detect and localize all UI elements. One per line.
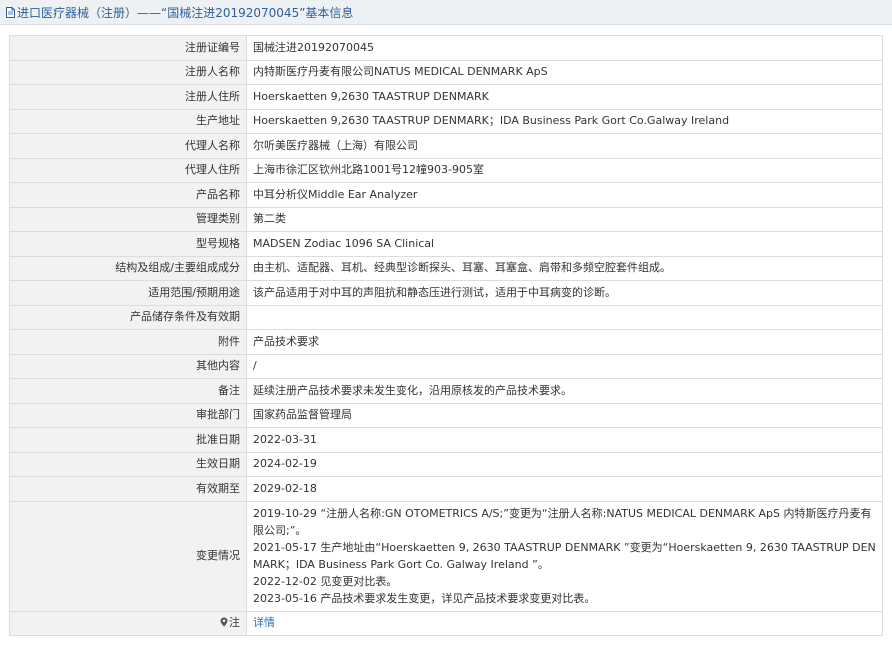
table-row: 附件 产品技术要求 — [9, 329, 883, 355]
location-pin-icon — [220, 617, 228, 627]
page-header: 进口医疗器械（注册）——“国械注进20192070045”基本信息 — [0, 0, 892, 25]
field-label: 附件 — [9, 329, 247, 355]
field-value: 2024-02-19 — [246, 451, 883, 477]
field-label: 其他内容 — [9, 353, 247, 379]
field-value: 国械注进20192070045 — [246, 35, 883, 61]
field-label: 注册人名称 — [9, 59, 247, 85]
table-row: 有效期至 2029-02-18 — [9, 476, 883, 502]
field-value: 第二类 — [246, 206, 883, 232]
field-value: 国家药品监督管理局 — [246, 402, 883, 428]
table-row: 注册证编号 国械注进20192070045 — [9, 35, 883, 61]
table-row: 审批部门 国家药品监督管理局 — [9, 402, 883, 428]
table-row: 型号规格 MADSEN Zodiac 1096 SA Clinical — [9, 231, 883, 257]
table-row: 备注 延续注册产品技术要求未发生变化，沿用原核发的产品技术要求。 — [9, 378, 883, 404]
field-value: 中耳分析仪Middle Ear Analyzer — [246, 182, 883, 208]
table-row: 生产地址 Hoerskaetten 9,2630 TAASTRUP DENMARK… — [9, 108, 883, 134]
table-row: 其他内容 / — [9, 353, 883, 379]
field-label: 注册证编号 — [9, 35, 247, 61]
table-row: 产品储存条件及有效期 — [9, 304, 883, 330]
field-label: 结构及组成/主要组成成分 — [9, 255, 247, 281]
note-row: 注详情 — [9, 610, 883, 636]
change-history-label: 变更情况 — [9, 500, 247, 612]
field-value: / — [246, 353, 883, 379]
change-history-entry: 2022-12-02 见变更对比表。 — [253, 575, 398, 588]
note-label: 注 — [229, 616, 240, 630]
field-label: 批准日期 — [9, 427, 247, 453]
field-value: MADSEN Zodiac 1096 SA Clinical — [246, 231, 883, 257]
field-label: 备注 — [9, 378, 247, 404]
field-label: 审批部门 — [9, 402, 247, 428]
field-label: 生效日期 — [9, 451, 247, 477]
table-row: 注册人名称 内特斯医疗丹麦有限公司NATUS MEDICAL DENMARK Ap… — [9, 59, 883, 85]
page-title: 进口医疗器械（注册）——“国械注进20192070045”基本信息 — [17, 5, 354, 20]
field-value: 上海市徐汇区钦州北路1001号12幢903-905室 — [246, 157, 883, 183]
field-label: 产品名称 — [9, 182, 247, 208]
field-label: 注册人住所 — [9, 84, 247, 110]
field-value: 2022-03-31 — [246, 427, 883, 453]
field-label: 管理类别 — [9, 206, 247, 232]
table-row: 批准日期 2022-03-31 — [9, 427, 883, 453]
change-history-row: 变更情况 2019-10-29 “注册人名称:GN OTOMETRICS A/S;… — [9, 500, 883, 612]
field-value: Hoerskaetten 9,2630 TAASTRUP DENMARK — [246, 84, 883, 110]
change-history-entry: 2023-05-16 产品技术要求发生变更，详见产品技术要求变更对比表。 — [253, 592, 596, 605]
change-history-entry: 2021-05-17 生产地址由“Hoerskaetten 9, 2630 TA… — [253, 541, 876, 571]
table-row: 适用范围/预期用途 该产品适用于对中耳的声阻抗和静态压进行测试，适用于中耳病变的诊… — [9, 280, 883, 306]
note-value: 详情 — [246, 610, 883, 636]
details-link[interactable]: 详情 — [253, 616, 275, 629]
field-value: 由主机、适配器、耳机、经典型诊断探头、耳塞、耳塞盒、肩带和多频空腔套件组成。 — [246, 255, 883, 281]
field-label: 代理人名称 — [9, 133, 247, 159]
field-label: 型号规格 — [9, 231, 247, 257]
field-label: 有效期至 — [9, 476, 247, 502]
table-row: 代理人住所 上海市徐汇区钦州北路1001号12幢903-905室 — [9, 157, 883, 183]
field-value: 该产品适用于对中耳的声阻抗和静态压进行测试，适用于中耳病变的诊断。 — [246, 280, 883, 306]
field-label: 适用范围/预期用途 — [9, 280, 247, 306]
field-value: Hoerskaetten 9,2630 TAASTRUP DENMARK；IDA… — [246, 108, 883, 134]
field-value: 产品技术要求 — [246, 329, 883, 355]
document-icon — [6, 6, 15, 18]
table-row: 生效日期 2024-02-19 — [9, 451, 883, 477]
field-label: 生产地址 — [9, 108, 247, 134]
table-row: 结构及组成/主要组成成分 由主机、适配器、耳机、经典型诊断探头、耳塞、耳塞盒、肩带… — [9, 255, 883, 281]
note-label-cell: 注 — [9, 610, 247, 636]
field-value: 尔听美医疗器械（上海）有限公司 — [246, 133, 883, 159]
table-row: 注册人住所 Hoerskaetten 9,2630 TAASTRUP DENMAR… — [9, 84, 883, 110]
field-label: 代理人住所 — [9, 157, 247, 183]
field-value — [246, 304, 883, 330]
change-history-entry: 2019-10-29 “注册人名称:GN OTOMETRICS A/S;”变更为… — [253, 507, 872, 537]
table-row: 产品名称 中耳分析仪Middle Ear Analyzer — [9, 182, 883, 208]
field-value: 延续注册产品技术要求未发生变化，沿用原核发的产品技术要求。 — [246, 378, 883, 404]
field-value: 内特斯医疗丹麦有限公司NATUS MEDICAL DENMARK ApS — [246, 59, 883, 85]
table-row: 管理类别 第二类 — [9, 206, 883, 232]
field-label: 产品储存条件及有效期 — [9, 304, 247, 330]
table-row: 代理人名称 尔听美医疗器械（上海）有限公司 — [9, 133, 883, 159]
change-history-value: 2019-10-29 “注册人名称:GN OTOMETRICS A/S;”变更为… — [246, 500, 883, 612]
registration-info-table: 注册证编号 国械注进20192070045 注册人名称 内特斯医疗丹麦有限公司NATU… — [9, 35, 883, 636]
field-value: 2029-02-18 — [246, 476, 883, 502]
